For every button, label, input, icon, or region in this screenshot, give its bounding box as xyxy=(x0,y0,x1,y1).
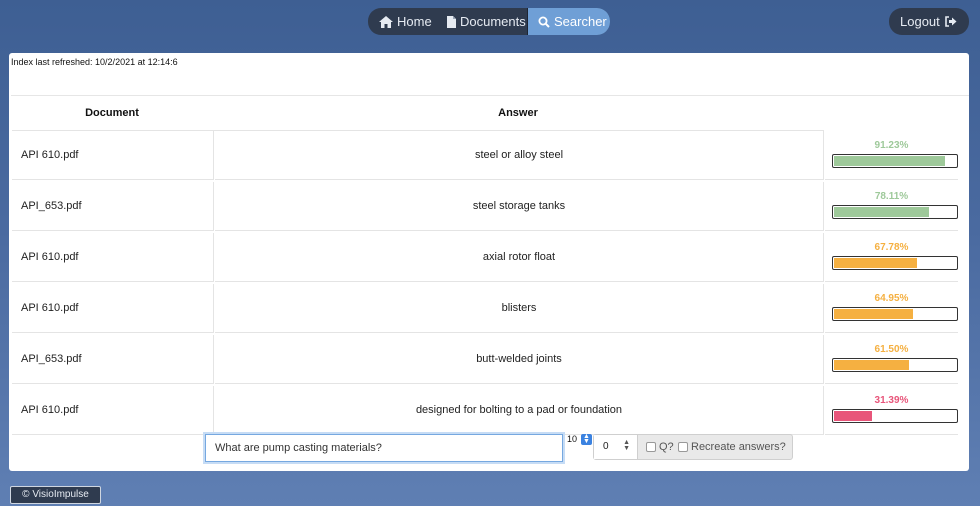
score-bar-fill xyxy=(834,258,917,268)
recreate-answers-label: Recreate answers? xyxy=(691,441,786,453)
answer-cell: steel storage tanks xyxy=(215,182,824,231)
nav-group: Home Documents Searcher xyxy=(368,8,610,35)
index-refresh-text: Index last refreshed: 10/2/2021 at 12:14… xyxy=(11,57,178,67)
nav-documents-label: Documents xyxy=(460,14,526,29)
document-cell: API 610.pdf xyxy=(12,131,214,180)
footer-brand-button[interactable]: © VisioImpulse xyxy=(10,486,101,504)
results-panel: Index last refreshed: 10/2/2021 at 12:14… xyxy=(9,53,969,471)
table-row[interactable]: API 610.pdf steel or alloy steel 91.23% xyxy=(12,131,958,180)
score-cell: 78.11% xyxy=(825,182,958,231)
search-icon xyxy=(538,16,550,28)
document-cell: API 610.pdf xyxy=(12,386,214,435)
score-percent: 64.95% xyxy=(874,293,909,304)
score-bar xyxy=(832,307,958,321)
score-cell: 64.95% xyxy=(825,284,958,333)
score-cell: 91.23% xyxy=(825,131,958,180)
header-divider xyxy=(11,95,969,96)
top-navbar: Home Documents Searcher Logout xyxy=(0,0,980,42)
score-bar xyxy=(832,256,958,270)
score-bar-fill xyxy=(834,156,946,166)
score-bar-fill xyxy=(834,207,930,217)
document-cell: API 610.pdf xyxy=(12,233,214,282)
score-bar-fill xyxy=(834,360,910,370)
home-icon xyxy=(379,15,393,28)
nav-searcher[interactable]: Searcher xyxy=(528,8,610,35)
score-bar xyxy=(832,358,958,372)
column-header-answer: Answer xyxy=(498,107,538,119)
answer-cell: axial rotor float xyxy=(215,233,824,282)
offset-value: 0 xyxy=(603,441,609,452)
nav-searcher-label: Searcher xyxy=(554,14,607,29)
score-cell: 67.78% xyxy=(825,233,958,282)
stepper-arrows-icon[interactable]: ▲ ▼ xyxy=(623,439,630,452)
score-cell: 31.39% xyxy=(825,386,958,435)
question-checkbox[interactable] xyxy=(646,442,656,452)
answer-cell: steel or alloy steel xyxy=(215,131,824,180)
nav-home[interactable]: Home xyxy=(368,8,438,35)
logout-button[interactable]: Logout xyxy=(889,8,969,35)
question-checkbox-label: Q? xyxy=(659,441,674,453)
table-row[interactable]: API 610.pdf designed for bolting to a pa… xyxy=(12,386,958,435)
score-bar-fill xyxy=(834,411,873,421)
score-percent: 31.39% xyxy=(874,395,909,406)
search-options: 0 ▲ ▼ Q? Recreate answers? xyxy=(593,434,793,460)
document-cell: API_653.pdf xyxy=(12,182,214,231)
logout-label: Logout xyxy=(900,14,940,29)
answer-cell: butt-welded joints xyxy=(215,335,824,384)
table-row[interactable]: API 610.pdf axial rotor float 67.78% xyxy=(12,233,958,282)
top-k-spinner-icon[interactable]: ▲ ▼ xyxy=(581,433,592,445)
score-percent: 78.11% xyxy=(874,191,909,202)
document-icon xyxy=(447,15,456,28)
score-percent: 91.23% xyxy=(874,140,909,151)
query-input[interactable] xyxy=(205,434,563,462)
score-bar xyxy=(832,205,958,219)
score-bar xyxy=(832,409,958,423)
score-bar-fill xyxy=(834,309,914,319)
offset-stepper[interactable]: 0 ▲ ▼ xyxy=(594,435,638,459)
answer-cell: blisters xyxy=(215,284,824,333)
recreate-answers-checkbox[interactable] xyxy=(678,442,688,452)
score-percent: 61.50% xyxy=(874,344,909,355)
score-bar xyxy=(832,154,958,168)
table-row[interactable]: API_653.pdf steel storage tanks 78.11% xyxy=(12,182,958,231)
document-cell: API_653.pdf xyxy=(12,335,214,384)
nav-home-label: Home xyxy=(397,14,432,29)
score-percent: 67.78% xyxy=(874,242,909,253)
answer-cell: designed for bolting to a pad or foundat… xyxy=(215,386,824,435)
sign-out-icon xyxy=(944,16,957,27)
score-cell: 61.50% xyxy=(825,335,958,384)
document-cell: API 610.pdf xyxy=(12,284,214,333)
table-row[interactable]: API 610.pdf blisters 64.95% xyxy=(12,284,958,333)
nav-documents[interactable]: Documents xyxy=(438,8,528,35)
top-k-value[interactable]: 10 xyxy=(567,434,577,444)
table-row[interactable]: API_653.pdf butt-welded joints 61.50% xyxy=(12,335,958,384)
column-header-document: Document xyxy=(85,107,139,119)
search-bar: 10 ▲▼ 0 ▲▼ Q? Recreate answers? xyxy=(205,433,965,464)
